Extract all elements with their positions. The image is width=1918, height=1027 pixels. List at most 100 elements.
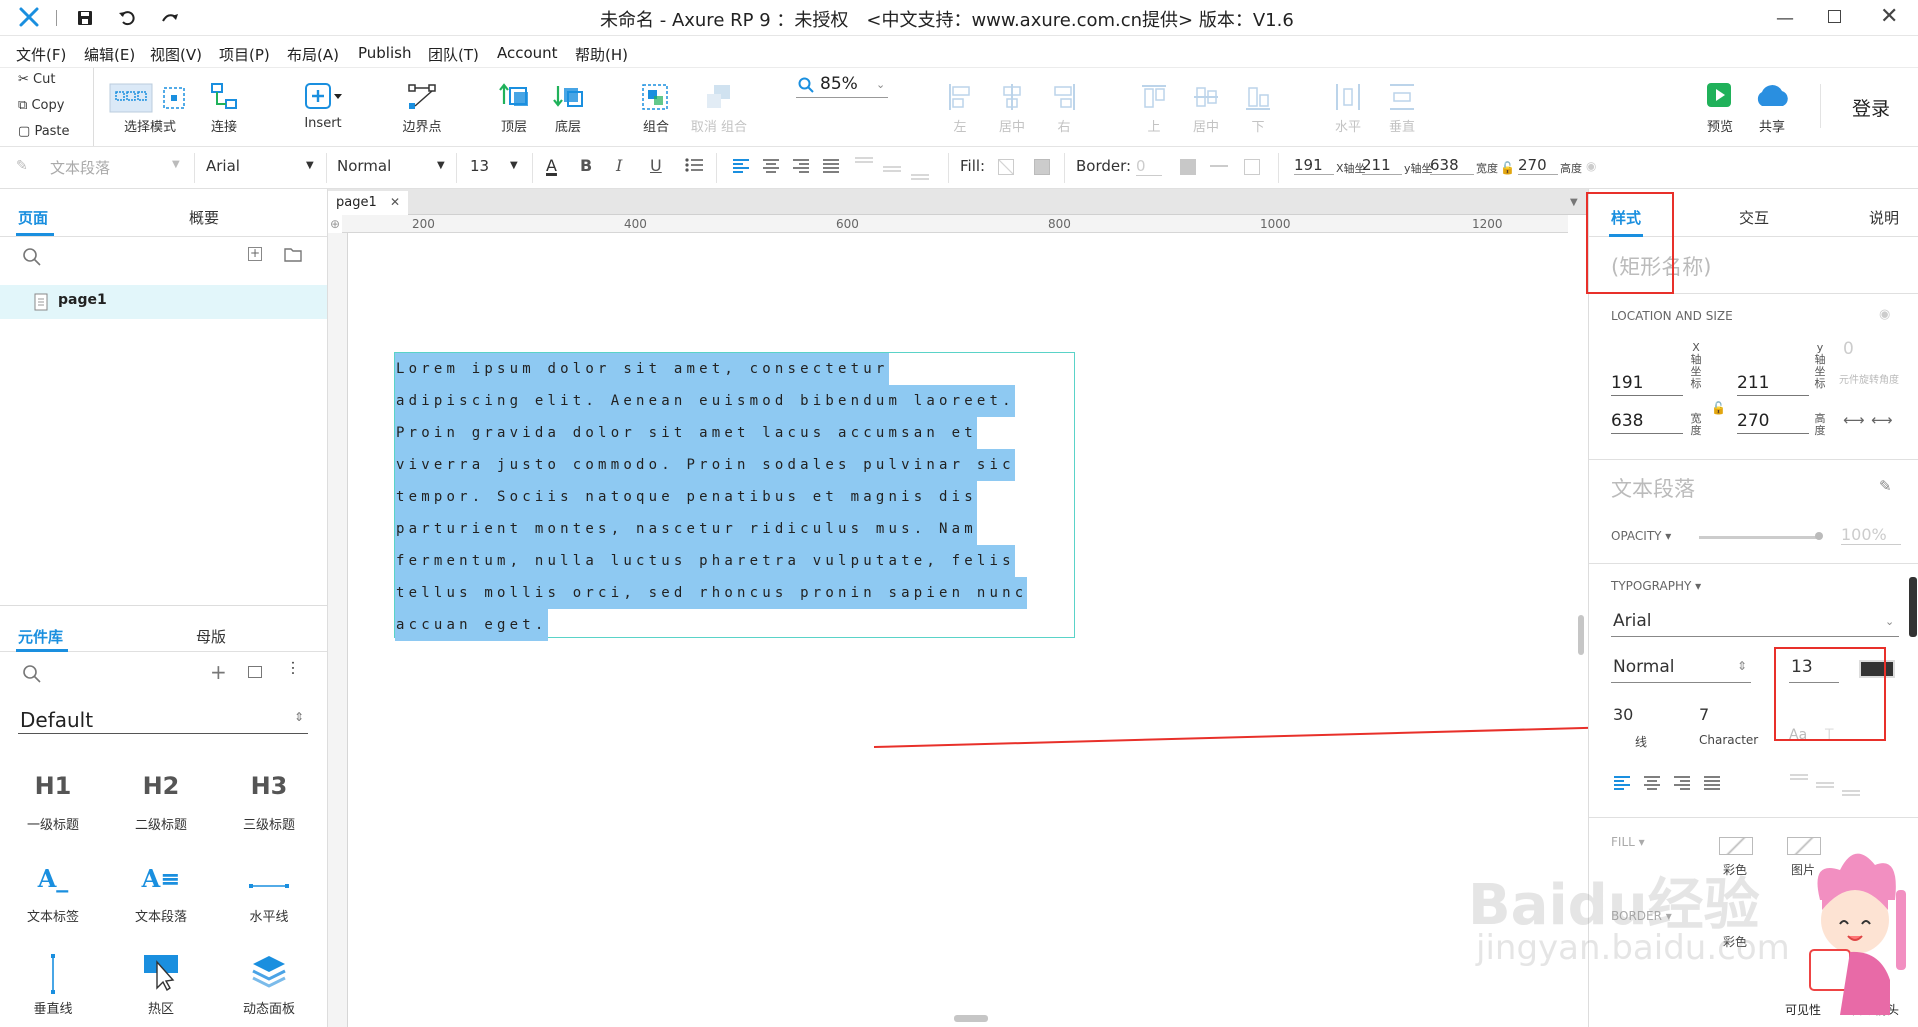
canvas-area[interactable]: page1 ✕ ▼ ⊕ 200 400 600 800 1000 1200 20… (327, 189, 1588, 1027)
valign-bottom-icon[interactable] (910, 171, 930, 187)
opacity-heading[interactable]: OPACITY ▾ (1611, 529, 1671, 543)
paragraph-text[interactable]: Lorem ipsum dolor sit amet, consectetur … (395, 353, 1028, 641)
menu-edit[interactable]: 编辑(E) (84, 44, 135, 65)
fit-width-icon[interactable]: ⟷ (1843, 411, 1865, 429)
align-middle-button[interactable]: 居中 (1180, 68, 1232, 146)
height-input[interactable]: 270 (1737, 411, 1809, 434)
library-more-icon[interactable]: ⋯ (284, 660, 303, 676)
tab-pages[interactable]: 页面 (18, 207, 48, 228)
typography-weight-select[interactable]: Normal ⇕ (1611, 655, 1751, 683)
widget-h1[interactable]: H1 一级标题 (3, 766, 103, 836)
rp-justify-icon[interactable] (1703, 775, 1721, 795)
library-manage-icon[interactable] (248, 666, 262, 678)
font-select[interactable]: Arial ▼ (206, 157, 316, 179)
y-input[interactable]: 211 (1737, 373, 1809, 396)
text-align-right-icon[interactable] (792, 158, 810, 178)
tab-list-chevron-icon[interactable]: ▼ (1570, 197, 1578, 208)
widget-dynamic-panel[interactable]: 动态面板 (219, 950, 319, 1020)
send-to-back-button[interactable]: 底层 (540, 68, 596, 146)
tab-outline[interactable]: 概要 (189, 207, 219, 228)
paste-button[interactable]: ▢ Paste (18, 124, 70, 139)
undo-icon[interactable] (118, 9, 136, 31)
text-align-center-icon[interactable] (762, 158, 780, 178)
boundary-point-button[interactable]: 边界点 (392, 68, 452, 146)
widget-text-label[interactable]: A_ 文本标签 (3, 858, 103, 928)
edit-style-icon[interactable]: ✎ (1879, 477, 1892, 495)
menu-project[interactable]: 项目(P) (219, 44, 270, 65)
add-page-icon[interactable]: + (248, 247, 262, 261)
rp-valign-top-icon[interactable] (1789, 771, 1809, 787)
menu-view[interactable]: 视图(V) (150, 44, 202, 65)
align-top-button[interactable]: 上 (1128, 68, 1180, 146)
add-folder-icon[interactable] (284, 247, 302, 266)
lock-ratio-icon[interactable]: 🔓 (1500, 161, 1515, 175)
valign-top-icon[interactable] (854, 154, 874, 170)
rp-align-right-icon[interactable] (1673, 775, 1691, 795)
menu-help[interactable]: 帮助(H) (575, 44, 628, 65)
underline-icon[interactable]: U (650, 156, 662, 175)
maximize-button[interactable] (1828, 10, 1841, 23)
bold-icon[interactable]: B (580, 156, 592, 175)
opacity-slider-thumb[interactable] (1815, 532, 1823, 540)
align-center-button[interactable]: 居中 (986, 68, 1038, 146)
canvas-scrollbar-h-thumb[interactable] (954, 1015, 988, 1022)
style-select[interactable]: ✎ 文本段落 ▼ (16, 157, 186, 179)
share-button[interactable]: 共享 (1746, 68, 1798, 146)
cut-button[interactable]: ✂ Cut (18, 72, 55, 87)
tab-library[interactable]: 元件库 (18, 626, 63, 647)
align-right-button[interactable]: 右 (1038, 68, 1090, 146)
distribute-vertical-button[interactable]: 垂直 (1376, 68, 1428, 146)
opacity-input[interactable]: 100% (1841, 525, 1901, 545)
group-button[interactable]: 组合 (628, 68, 684, 146)
typography-heading[interactable]: TYPOGRAPHY ▾ (1611, 579, 1701, 593)
copy-button[interactable]: ⧉ Copy (18, 98, 64, 113)
canvas-scrollbar-thumb[interactable] (1578, 615, 1584, 655)
char-spacing-input[interactable]: 7 (1699, 705, 1709, 724)
width-input[interactable]: 638 (1611, 411, 1683, 434)
valign-middle-icon[interactable] (882, 163, 902, 179)
redo-icon[interactable] (160, 9, 180, 31)
typography-font-select[interactable]: Arial ⌄ (1611, 609, 1899, 637)
fill-gradient-swatch[interactable] (1034, 159, 1050, 175)
minimize-button[interactable]: — (1776, 8, 1794, 29)
login-button[interactable]: 登录 (1852, 94, 1890, 121)
text-paragraph-widget[interactable]: Lorem ipsum dolor sit amet, consectetur … (394, 352, 1075, 641)
save-icon[interactable] (76, 9, 94, 31)
border-heading[interactable]: BORDER ▾ (1611, 909, 1672, 923)
select-mode-button[interactable]: 选择模式 (104, 68, 196, 146)
format-height-input[interactable]: 270 (1518, 156, 1558, 175)
format-width-input[interactable]: 638 (1430, 156, 1474, 175)
format-x-input[interactable]: 191 (1294, 156, 1334, 175)
align-bottom-button[interactable]: 下 (1232, 68, 1284, 146)
widget-vertical-line[interactable]: 垂直线 (3, 950, 103, 1020)
tab-interactions[interactable]: 交互 (1739, 207, 1769, 228)
widget-horizontal-line[interactable]: 水平线 (219, 858, 319, 928)
bullet-list-icon[interactable] (684, 156, 704, 178)
rp-valign-bottom-icon[interactable] (1841, 787, 1861, 803)
page-tab-page1[interactable]: page1 ✕ (328, 191, 408, 215)
border-width-input[interactable]: 0 (1136, 157, 1162, 176)
close-button[interactable]: ✕ (1880, 4, 1898, 29)
location-eye-icon[interactable]: ◉ (1879, 307, 1890, 322)
line-spacing-input[interactable]: 30 (1613, 705, 1633, 724)
border-style-icon[interactable] (1210, 165, 1228, 167)
align-left-button[interactable]: 左 (934, 68, 986, 146)
bring-to-front-button[interactable]: 顶层 (486, 68, 542, 146)
visibility-eye-icon[interactable]: ◉ (1586, 159, 1596, 173)
widget-h2[interactable]: H2 二级标题 (111, 766, 211, 836)
page-item-page1[interactable]: page1 (0, 285, 327, 319)
page-tab-close-icon[interactable]: ✕ (390, 195, 400, 209)
connect-button[interactable]: 连接 (196, 68, 252, 146)
rp-align-left-icon[interactable] (1613, 775, 1631, 795)
x-input[interactable]: 191 (1611, 373, 1683, 396)
opacity-slider[interactable] (1699, 536, 1819, 539)
insert-button[interactable]: Insert (290, 68, 356, 146)
ungroup-button[interactable]: 取消 组合 (684, 68, 754, 146)
text-color-icon[interactable]: A (546, 156, 557, 175)
library-select[interactable]: Default ⇕ (18, 704, 308, 734)
library-search-icon[interactable] (22, 664, 42, 688)
menu-publish[interactable]: Publish (358, 44, 411, 62)
text-align-left-icon[interactable] (732, 158, 750, 178)
distribute-horizontal-button[interactable]: 水平 (1322, 68, 1374, 146)
rp-valign-middle-icon[interactable] (1815, 779, 1835, 795)
